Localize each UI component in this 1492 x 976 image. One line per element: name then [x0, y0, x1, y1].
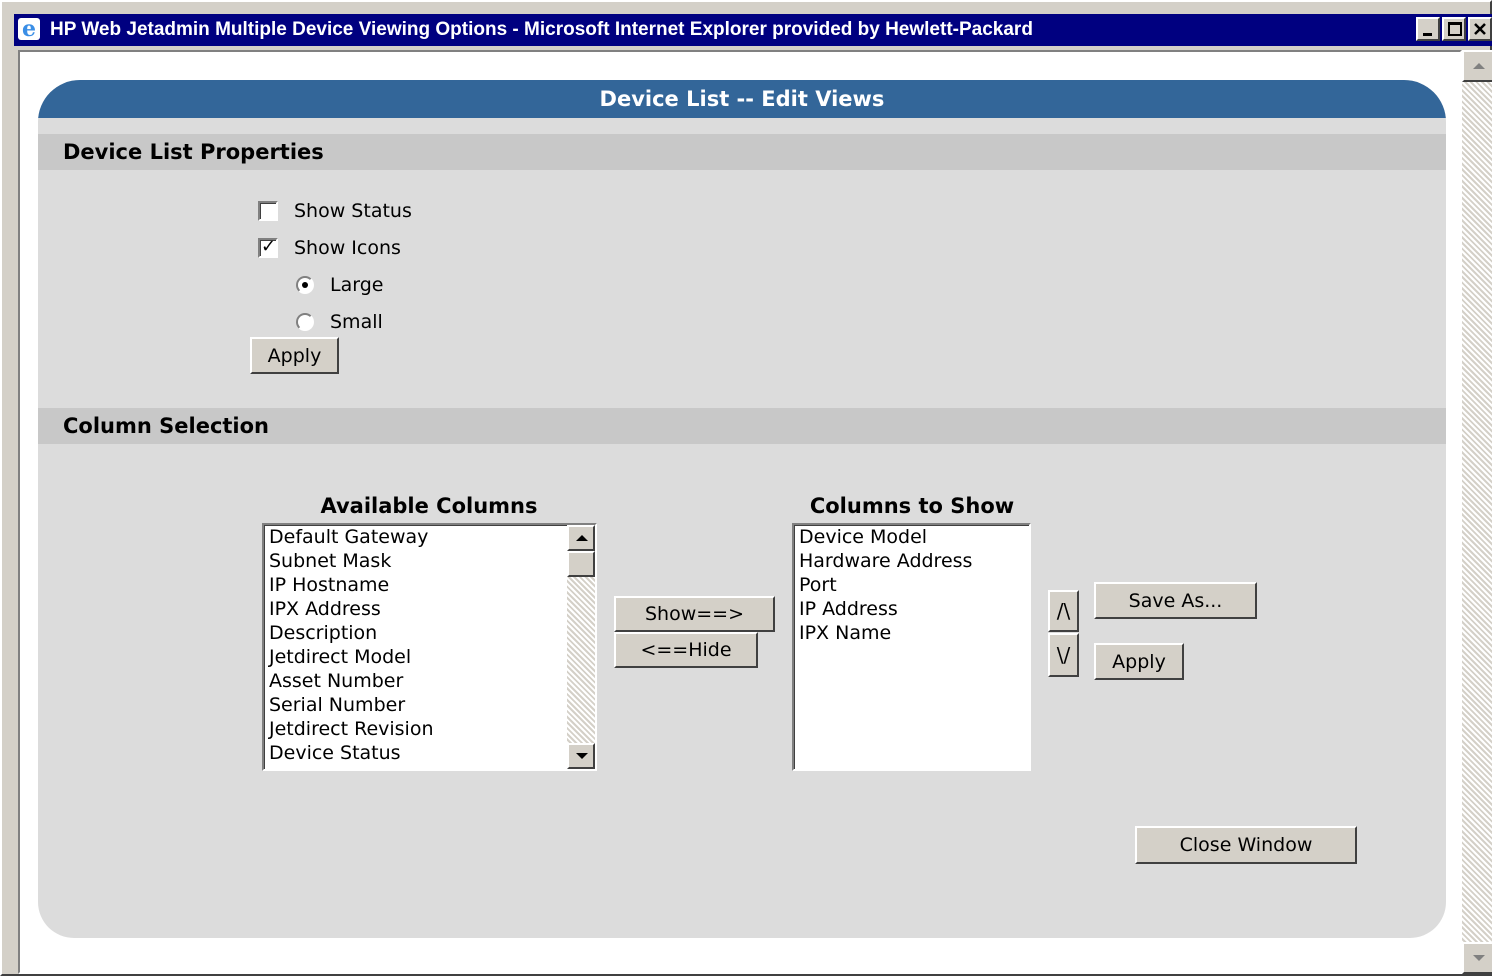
available-columns-scrollbar[interactable]: [567, 525, 595, 769]
columns-to-show-list[interactable]: Device Model Hardware Address Port IP Addre…: [792, 523, 1031, 771]
title-bar[interactable]: e HP Web Jetadmin Multiple Device Viewin…: [14, 14, 1492, 46]
small-label: Small: [330, 311, 383, 333]
icon-size-small-option[interactable]: Small: [296, 311, 383, 333]
show-icons-label: Show Icons: [294, 237, 401, 259]
scroll-up-icon: [1473, 63, 1485, 69]
list-scroll-down-button[interactable]: [567, 743, 595, 769]
move-up-button[interactable]: /\: [1048, 590, 1079, 632]
large-radio[interactable]: [296, 276, 314, 294]
show-status-option[interactable]: Show Status: [258, 200, 412, 222]
minimize-icon: [1423, 33, 1432, 36]
section-device-list-properties: Device List Properties: [38, 134, 1446, 170]
available-column-item[interactable]: Description: [264, 621, 595, 645]
small-radio[interactable]: [296, 313, 314, 331]
save-as-button[interactable]: Save As...: [1094, 582, 1257, 619]
hide-column-button[interactable]: <==Hide: [614, 632, 758, 668]
available-column-item[interactable]: IPX Address: [264, 597, 595, 621]
show-column-item[interactable]: Port: [794, 573, 1029, 597]
move-down-button[interactable]: \/: [1048, 633, 1079, 677]
available-column-item[interactable]: Asset Number: [264, 669, 595, 693]
icon-size-large-option[interactable]: Large: [296, 274, 383, 296]
maximize-button[interactable]: [1442, 17, 1466, 41]
ie-icon: e: [16, 17, 42, 43]
show-column-item[interactable]: IP Address: [794, 597, 1029, 621]
available-column-item[interactable]: Jetdirect Revision: [264, 717, 595, 741]
available-columns-title: Available Columns: [320, 494, 538, 518]
page-scrollbar[interactable]: [1462, 50, 1492, 974]
close-icon: [1474, 23, 1486, 35]
show-status-checkbox[interactable]: [258, 201, 278, 221]
properties-apply-button[interactable]: Apply: [250, 337, 339, 374]
maximize-icon: [1448, 22, 1462, 36]
columns-apply-button[interactable]: Apply: [1094, 643, 1184, 680]
browser-window: e HP Web Jetadmin Multiple Device Viewin…: [0, 0, 1492, 976]
available-column-item[interactable]: Device Status: [264, 741, 595, 765]
edit-views-panel: Device List -- Edit Views Device List Pr…: [38, 80, 1446, 938]
available-column-item[interactable]: IP Hostname: [264, 573, 595, 597]
scroll-up-button[interactable]: [1462, 50, 1492, 82]
arrow-up-icon: [576, 535, 588, 541]
large-label: Large: [330, 274, 384, 296]
available-column-item[interactable]: Default Gateway: [264, 525, 595, 549]
show-icons-checkbox[interactable]: ✓: [258, 236, 278, 258]
show-column-item[interactable]: Hardware Address: [794, 549, 1029, 573]
show-column-item[interactable]: IPX Name: [794, 621, 1029, 645]
columns-to-show-title: Columns to Show: [809, 494, 1015, 518]
minimize-button[interactable]: [1416, 17, 1440, 41]
available-column-item[interactable]: Serial Number: [264, 693, 595, 717]
show-status-label: Show Status: [294, 200, 412, 222]
list-scroll-up-button[interactable]: [567, 525, 595, 551]
show-icons-option[interactable]: ✓ Show Icons: [258, 236, 401, 259]
section-column-selection: Column Selection: [38, 408, 1446, 444]
scroll-down-button[interactable]: [1462, 942, 1492, 974]
available-column-item[interactable]: Jetdirect Model: [264, 645, 595, 669]
close-window-button[interactable]: [1468, 17, 1492, 41]
arrow-down-icon: [576, 753, 588, 759]
available-column-item[interactable]: Subnet Mask: [264, 549, 595, 573]
checkmark-icon: ✓: [261, 236, 277, 257]
show-column-button[interactable]: Show==>: [614, 596, 775, 632]
available-columns-list[interactable]: Default Gateway Subnet Mask IP Hostname IPX…: [262, 523, 597, 771]
panel-title: Device List -- Edit Views: [38, 80, 1446, 118]
list-scroll-thumb[interactable]: [567, 551, 595, 577]
close-window-page-button[interactable]: Close Window: [1135, 826, 1357, 864]
show-column-item[interactable]: Device Model: [794, 525, 1029, 549]
window-title: HP Web Jetadmin Multiple Device Viewing …: [50, 19, 1033, 40]
scroll-down-icon: [1473, 955, 1485, 961]
